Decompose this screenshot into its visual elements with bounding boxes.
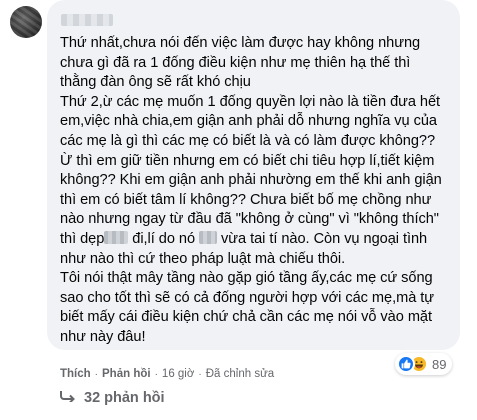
comment-paragraph-text: đi,lí do nó [128,230,200,247]
comment-paragraph-text: Thứ 2,ừ các mẹ muốn 1 đống quyền lợi nào… [60,93,442,247]
separator: · [198,368,202,380]
separator: · [154,368,158,380]
separator: · [94,368,99,380]
comment-paragraph: Thứ nhất,chưa nói đến việc làm được hay … [60,35,421,91]
author-name-redacted[interactable] [61,14,113,26]
reaction-summary[interactable]: 89 [395,353,453,375]
view-replies-button[interactable]: 32 phản hồi [60,390,165,406]
edited-label: Đã chỉnh sửa [205,368,275,380]
comment-text: Thứ nhất,chưa nói đến việc làm được hay … [60,34,448,348]
redacted-word [199,230,218,244]
like-icon [397,355,415,373]
avatar[interactable] [10,6,42,38]
comment-actions: Thích · Phản hồi · 16 giờ · Đã chỉnh sửa [60,368,274,380]
comment-paragraph: Thứ 2,ừ các mẹ muốn 1 đống quyền lợi nào… [60,93,448,269]
like-button[interactable]: Thích [60,368,91,380]
reaction-count: 89 [432,356,447,372]
reply-arrow-icon [60,390,76,406]
redacted-word [104,230,129,244]
reply-button[interactable]: Phản hồi [102,368,151,380]
timestamp[interactable]: 16 giờ [162,368,194,380]
comment-bubble: Thứ nhất,chưa nói đến việc làm được hay … [47,0,460,350]
replies-count-label: 32 phản hồi [84,390,165,406]
comment-paragraph: Tôi nói thật mây tầng nào gặp gió tầng ấ… [60,270,434,345]
